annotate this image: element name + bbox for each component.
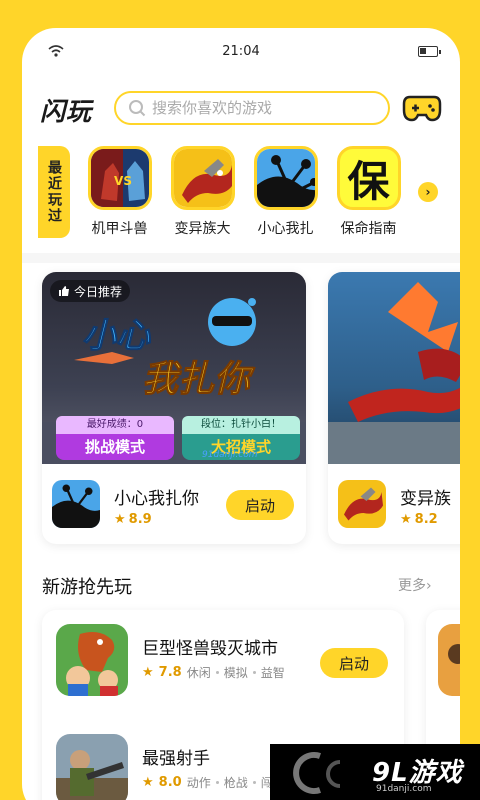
rating-value: 8.9 <box>128 512 152 527</box>
game-name: 最强射手 <box>142 749 210 769</box>
featured-card[interactable]: 今日推荐 小心 我扎你 最好成绩：0 挑战模式 段位：扎针小白！ 大招模式 91… <box>42 272 306 544</box>
survive-icon-glyph: 保 <box>347 156 390 206</box>
thumbs-up-icon <box>59 286 69 296</box>
watermark-c-logo <box>293 752 341 794</box>
search-input[interactable] <box>152 99 372 117</box>
section-divider <box>22 253 460 263</box>
featured-game-name: 小心我扎你 <box>114 489 199 509</box>
recent-list: VS 机甲斗兽 变异族大 小心我扎 保 保命指南 <box>78 146 410 238</box>
phone-screen: 21:04 闪玩 最近玩过 VS <box>22 28 460 800</box>
battery-icon <box>418 46 441 57</box>
separator <box>215 781 219 784</box>
rating-value: 8.0 <box>158 775 182 790</box>
banner-title-2: 我扎你 <box>141 359 251 401</box>
best-score-label: 最好成绩：0 <box>56 416 174 434</box>
recent-played-tag: 最近玩过 <box>38 146 70 238</box>
more-label: 更多 <box>398 578 426 594</box>
featured-banner[interactable] <box>328 272 460 464</box>
game-icon-shooter <box>56 734 128 800</box>
tag: 益智 <box>260 666 285 680</box>
game-icon-needle <box>52 480 100 528</box>
svg-text:VS: VS <box>114 174 132 188</box>
section-title: 新游抢先玩 <box>42 577 132 598</box>
separator <box>215 671 219 674</box>
game-name: 巨型怪兽毁灭城市 <box>142 639 278 659</box>
featured-banner[interactable]: 今日推荐 小心 我扎你 最好成绩：0 挑战模式 段位：扎针小白！ 大招模式 91… <box>42 272 306 464</box>
game-icon-mutant <box>338 480 386 528</box>
rating-value: 7.8 <box>158 665 182 680</box>
game-meta: ★ 7.8 休闲 模拟 益智 <box>142 664 285 681</box>
game-icon-partial <box>438 624 460 696</box>
separator <box>252 781 256 784</box>
recent-item[interactable]: 变异族大 <box>161 146 244 238</box>
tag: 休闲 <box>186 666 211 680</box>
watermark-url: 91danji.com <box>376 784 432 794</box>
star-icon: ★ <box>142 665 154 680</box>
featured-info: 小心我扎你 ★ 8.9 启动 <box>42 464 306 544</box>
banner-art <box>328 282 460 464</box>
featured-card[interactable]: 变异族 ★ 8.2 <box>328 272 460 544</box>
status-time: 21:04 <box>222 44 260 59</box>
featured-info: 变异族 ★ 8.2 <box>328 464 460 544</box>
star-icon: ★ <box>400 512 412 527</box>
recent-item-label: 小心我扎 <box>257 221 314 237</box>
recent-item[interactable]: VS 机甲斗兽 <box>78 146 161 238</box>
game-icon-mecha: VS <box>87 146 152 210</box>
game-icon-survive: 保 <box>336 146 401 210</box>
chevron-right-icon[interactable]: › <box>418 182 438 202</box>
featured-rating: ★ 8.2 <box>400 512 438 527</box>
recent-item[interactable]: 小心我扎 <box>244 146 327 238</box>
rank-label: 段位：扎针小白！ <box>182 416 300 434</box>
search-bar[interactable] <box>114 91 390 125</box>
rating-value: 8.2 <box>414 512 438 527</box>
launch-button[interactable]: 启动 <box>226 490 294 520</box>
recommend-label: 今日推荐 <box>74 284 123 299</box>
chevron-right-icon: › <box>426 578 432 594</box>
featured-game-name: 变异族 <box>400 489 451 509</box>
star-icon: ★ <box>114 512 126 527</box>
launch-button[interactable]: 启动 <box>320 648 388 678</box>
game-meta: ★ 8.0 动作 枪战 闯关 <box>142 774 285 791</box>
recent-item[interactable]: 保 保命指南 <box>327 146 410 238</box>
challenge-mode-button[interactable]: 挑战模式 <box>56 434 174 460</box>
tag: 动作 <box>186 776 211 790</box>
recent-item-label: 机甲斗兽 <box>91 221 148 237</box>
recent-item-label: 变异族大 <box>174 221 231 237</box>
recent-item-label: 保命指南 <box>340 221 397 237</box>
list-item[interactable]: 巨型怪兽毁灭城市 ★ 7.8 休闲 模拟 益智 启动 <box>42 624 404 704</box>
star-icon: ★ <box>142 775 154 790</box>
tag: 枪战 <box>223 776 248 790</box>
banner-title-1: 小心 <box>82 316 151 357</box>
status-bar: 21:04 <box>22 28 460 74</box>
more-link[interactable]: 更多› <box>398 575 432 595</box>
tag: 模拟 <box>223 666 248 680</box>
recommend-badge: 今日推荐 <box>50 280 131 302</box>
separator <box>252 671 256 674</box>
app-logo: 闪玩 <box>40 97 93 126</box>
featured-rating: ★ 8.9 <box>114 512 152 527</box>
game-icon-monster <box>56 624 128 696</box>
game-icon-mutant <box>170 146 235 210</box>
search-icon <box>129 100 146 117</box>
gamepad-icon[interactable] <box>402 93 442 123</box>
watermark-mini: 91danji.com <box>202 450 258 460</box>
game-icon-needle <box>253 146 318 210</box>
